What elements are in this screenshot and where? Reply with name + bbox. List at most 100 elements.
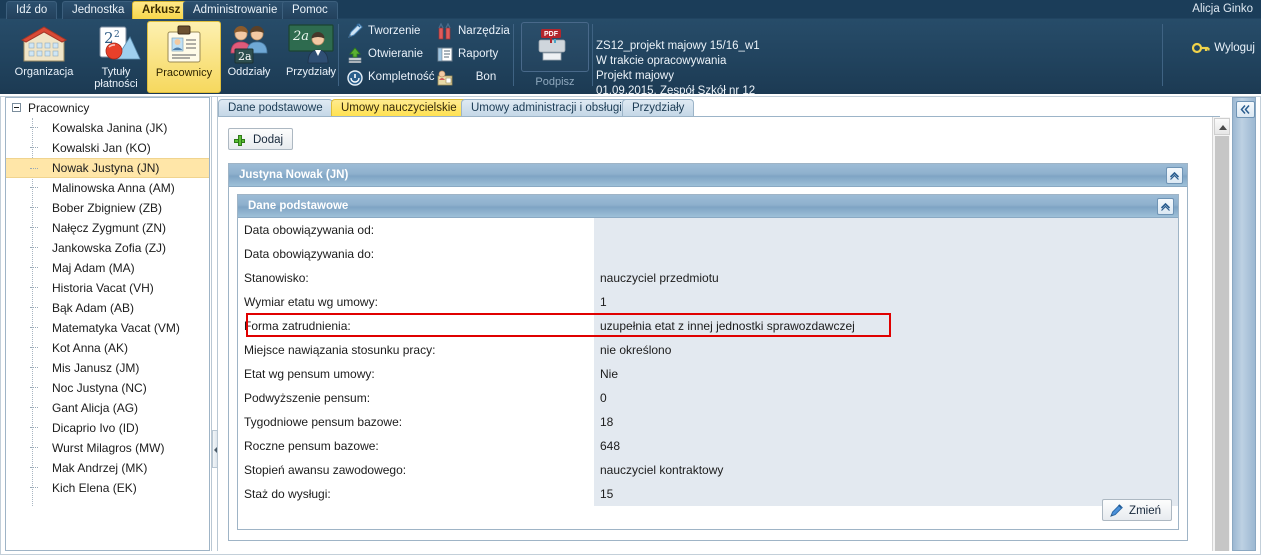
- tree-item-employee[interactable]: Nowak Justyna (JN): [6, 158, 209, 178]
- tree-root-pracownicy[interactable]: Pracownicy: [6, 98, 209, 118]
- right-sidebar-strip[interactable]: [1232, 97, 1256, 551]
- svg-text:PDF: PDF: [544, 31, 559, 38]
- form-field-label: Miejsce nawiązania stosunku pracy:: [238, 338, 594, 362]
- tree-item-employee[interactable]: Mis Janusz (JM): [6, 358, 209, 378]
- ribbon-label-bon: Bon: [475, 71, 497, 83]
- employees-tree[interactable]: Pracownicy Kowalska Janina (JK) Kowalski …: [6, 98, 209, 550]
- content-vertical-scrollbar[interactable]: [1212, 117, 1230, 551]
- tree-item-employee[interactable]: Kich Elena (EK): [6, 478, 209, 498]
- ribbon-button-otwieranie[interactable]: Otwieranie: [344, 43, 442, 66]
- form-field-value: 648: [594, 434, 1178, 458]
- ribbon-button-przydzialy[interactable]: 2a Przydziały: [275, 21, 347, 91]
- collapse-expander-icon[interactable]: [12, 103, 21, 112]
- form-field-label: Wymiar etatu wg umowy:: [238, 290, 594, 314]
- chevron-up-icon: [1160, 202, 1171, 211]
- svg-text:2a: 2a: [238, 50, 252, 63]
- document-date-unit: 01.09.2015, Zespół Szkół nr 12: [596, 85, 756, 94]
- menu-item-jednostka[interactable]: Jednostka: [62, 1, 135, 19]
- tree-item-employee[interactable]: Bąk Adam (AB): [6, 298, 209, 318]
- tree-item-employee[interactable]: Dicaprio Ivo (ID): [6, 418, 209, 438]
- ribbon-button-narzedzia[interactable]: Narzędzia: [434, 20, 514, 43]
- ribbon-button-organizacja[interactable]: Organizacja: [8, 21, 80, 91]
- menu-item-pomoc[interactable]: Pomoc: [282, 1, 338, 19]
- ribbon-button-pracownicy[interactable]: Pracownicy: [147, 21, 221, 93]
- employee-panel-header: Justyna Nowak (JN): [229, 164, 1187, 187]
- ribbon-label-raporty: Raporty: [458, 48, 499, 60]
- key-icon: [1192, 40, 1210, 56]
- application-window: Idź do Jednostka Arkusz Administrowanie …: [0, 0, 1261, 555]
- ribbon-label-narzedzia: Narzędzia: [458, 25, 510, 37]
- tree-item-label: Kowalska Janina (JK): [52, 121, 168, 135]
- document-type: Projekt majowy: [596, 70, 674, 82]
- organization-icon: [8, 23, 80, 65]
- menu-item-idz-do[interactable]: Idź do: [6, 1, 58, 19]
- ribbon-label-tytuly-platnosci: Tytuły płatności: [94, 66, 138, 90]
- tree-item-employee[interactable]: Malinowska Anna (AM): [6, 178, 209, 198]
- menu-item-administrowanie[interactable]: Administrowanie: [183, 1, 288, 19]
- tree-item-employee[interactable]: Historia Vacat (VH): [6, 278, 209, 298]
- add-button[interactable]: Dodaj: [228, 128, 294, 150]
- tree-item-employee[interactable]: Noc Justyna (NC): [6, 378, 209, 398]
- ribbon-button-raporty[interactable]: Raporty: [434, 43, 514, 66]
- ribbon-separator-4: [1162, 24, 1163, 86]
- main-content: Dane podstawowe Umowy nauczycielskie Umo…: [218, 97, 1230, 551]
- tree-item-employee[interactable]: Mak Andrzej (MK): [6, 458, 209, 478]
- logout-label: Wyloguj: [1214, 42, 1255, 54]
- employees-icon: [148, 24, 220, 66]
- employee-group-panel: Justyna Nowak (JN) Dane podstawowe Data …: [228, 163, 1188, 541]
- form-field-value: Nie: [594, 362, 1178, 386]
- form-row: Miejsce nawiązania stosunku pracy: nie ok…: [238, 338, 1178, 362]
- tree-item-employee[interactable]: Kot Anna (AK): [6, 338, 209, 358]
- form-row: Stanowisko: nauczyciel przedmiotu: [238, 266, 1178, 290]
- tab-umowy-administracji[interactable]: Umowy administracji i obsługi: [461, 99, 632, 117]
- change-button[interactable]: Zmień: [1102, 499, 1172, 521]
- ribbon-button-bon[interactable]: Bon: [434, 66, 514, 89]
- tree-item-employee[interactable]: Wurst Milagros (MW): [6, 438, 209, 458]
- ribbon-button-podpisz[interactable]: PDF Podpisz: [521, 22, 589, 94]
- tree-item-label: Jankowska Zofia (ZJ): [52, 241, 167, 255]
- tab-umowy-nauczycielskie[interactable]: Umowy nauczycielskie: [331, 99, 467, 117]
- tree-item-employee[interactable]: Matematyka Vacat (VM): [6, 318, 209, 338]
- basic-data-panel: Dane podstawowe Data obowiązywania od: Da…: [237, 194, 1179, 530]
- tree-item-label: Malinowska Anna (AM): [52, 181, 175, 195]
- plus-icon: [234, 135, 245, 146]
- logout-button[interactable]: Wyloguj: [1192, 38, 1255, 58]
- employee-panel-collapse-button[interactable]: [1166, 167, 1183, 184]
- form-row: Data obowiązywania do:: [238, 242, 1178, 266]
- assignments-icon: 2a: [275, 23, 347, 65]
- right-panel-expand-button[interactable]: [1236, 101, 1255, 118]
- tree-item-employee[interactable]: Kowalski Jan (KO): [6, 138, 209, 158]
- tree-item-employee[interactable]: Bober Zbigniew (ZB): [6, 198, 209, 218]
- tab-przydzialy[interactable]: Przydziały: [622, 99, 695, 117]
- form-field-label: Stanowisko:: [238, 266, 594, 290]
- form-row: Tygodniowe pensum bazowe: 18: [238, 410, 1178, 434]
- ribbon-label-organizacja: Organizacja: [14, 66, 74, 78]
- tree-item-employee[interactable]: Kowalska Janina (JK): [6, 118, 209, 138]
- open-upload-icon: [346, 46, 364, 64]
- tree-item-employee[interactable]: Nałęcz Zygmunt (ZN): [6, 218, 209, 238]
- form-field-value: nie określono: [594, 338, 1178, 362]
- basic-data-collapse-button[interactable]: [1157, 198, 1174, 215]
- menu-item-arkusz[interactable]: Arkusz: [132, 1, 191, 19]
- tree-item-label: Historia Vacat (VH): [52, 281, 154, 295]
- splitter-line-left: [211, 97, 212, 551]
- ribbon-separator-3: [592, 24, 593, 86]
- tree-item-employee[interactable]: Jankowska Zofia (ZJ): [6, 238, 209, 258]
- ribbon: Idź do Jednostka Arkusz Administrowanie …: [0, 0, 1261, 94]
- ribbon-button-kompletnosc[interactable]: Kompletność: [344, 66, 442, 89]
- ribbon-button-tworzenie[interactable]: Tworzenie: [344, 20, 442, 43]
- ribbon-button-tytuly-platnosci[interactable]: 2 2 Tytuły płatności: [80, 21, 152, 91]
- tab-dane-podstawowe[interactable]: Dane podstawowe: [218, 99, 333, 117]
- pdf-print-icon: PDF: [521, 22, 589, 72]
- tree-item-employee[interactable]: Maj Adam (MA): [6, 258, 209, 278]
- scroll-up-button[interactable]: [1214, 118, 1230, 135]
- form-row: Data obowiązywania od:: [238, 218, 1178, 242]
- document-info: ZS12_projekt majowy 15/16_w1 W trakcie o…: [596, 39, 1156, 94]
- scroll-thumb[interactable]: [1215, 136, 1229, 551]
- tree-item-employee[interactable]: Gant Alicja (AG): [6, 398, 209, 418]
- tree-item-label: Nałęcz Zygmunt (ZN): [52, 221, 167, 235]
- tools-icon: [436, 22, 454, 40]
- basic-data-title: Dane podstawowe: [248, 200, 349, 212]
- chevron-up-icon: [1169, 171, 1180, 180]
- form-field-value: 18: [594, 410, 1178, 434]
